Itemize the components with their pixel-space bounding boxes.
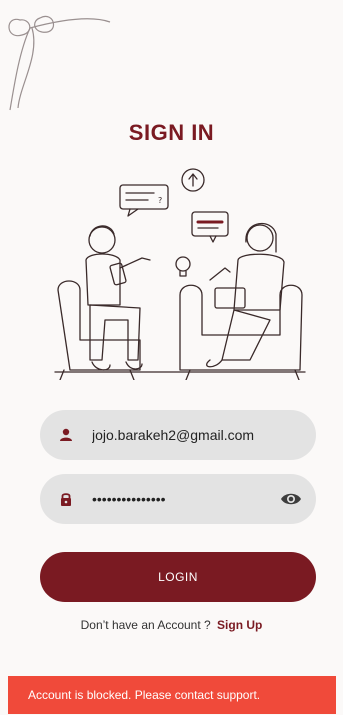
svg-text:?: ? [158, 196, 162, 205]
error-snackbar: Account is blocked. Please contact suppo… [8, 676, 336, 714]
login-button[interactable]: LOGIN [40, 552, 316, 602]
user-icon [60, 428, 72, 441]
conversation-illustration: ? [54, 168, 306, 380]
password-input[interactable] [90, 490, 280, 508]
password-field[interactable] [40, 474, 316, 524]
email-field[interactable] [40, 410, 316, 460]
page-title: SIGN IN [128, 120, 215, 145]
signup-prompt: Don’t have an Account ? [80, 618, 211, 632]
email-input[interactable] [90, 426, 302, 444]
snackbar-message: Account is blocked. Please contact suppo… [28, 688, 261, 702]
lock-icon [61, 493, 71, 506]
ribbon-decoration [8, 15, 111, 111]
signup-link[interactable]: Sign Up [217, 618, 262, 632]
eye-icon[interactable] [280, 490, 302, 508]
signup-row: Don’t have an Account ? Sign Up [0, 618, 343, 632]
